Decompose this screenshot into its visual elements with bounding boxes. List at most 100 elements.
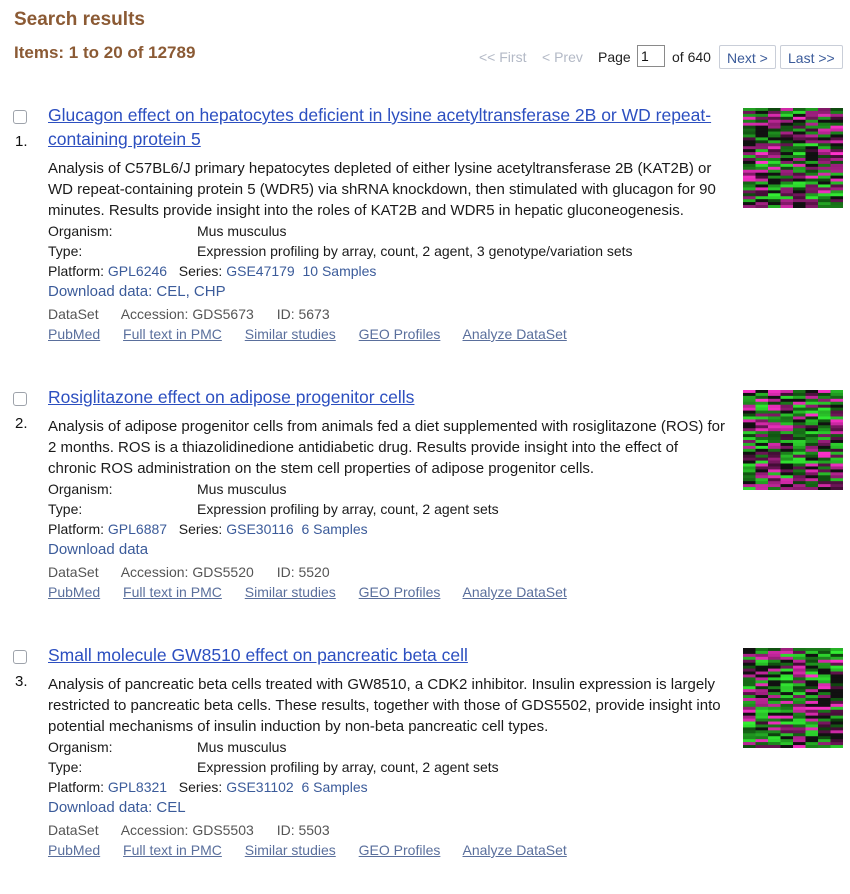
accession-info: Accession: GDS5673	[121, 306, 254, 322]
accession-label: Accession:	[120, 306, 189, 322]
accession-value: GDS5503	[192, 822, 254, 838]
dataset-label: DataSet	[48, 564, 99, 580]
result-title-link[interactable]: Rosiglitazone effect on adipose progenit…	[48, 385, 728, 409]
heatmap-thumbnail[interactable]	[743, 390, 843, 490]
id-label: ID:	[276, 306, 295, 322]
heatmap-thumbnail[interactable]	[743, 108, 843, 208]
organism-label: Organism:	[48, 481, 113, 497]
organism-value: Mus musculus	[197, 481, 287, 497]
related-links: PubMed Full text in PMC Similar studies …	[48, 840, 728, 860]
dataset-info-row: DataSet Accession: GDS5520 ID: 5520	[48, 562, 728, 582]
dataset-label: DataSet	[48, 822, 99, 838]
last-page-button[interactable]: Last >>	[780, 45, 843, 69]
platform-label: Platform:	[48, 521, 105, 537]
platform-label: Platform:	[48, 779, 105, 795]
page-total: of 640	[672, 49, 711, 65]
type-label: Type:	[48, 243, 83, 259]
organism-row: Organism: Mus musculus	[48, 221, 728, 241]
dataset-info-row: DataSet Accession: GDS5503 ID: 5503	[48, 820, 728, 840]
accession-value: GDS5673	[192, 306, 254, 322]
result-number: 2.	[15, 415, 28, 432]
type-value: Expression profiling by array, count, 2 …	[197, 243, 633, 259]
result-title-link[interactable]: Small molecule GW8510 effect on pancreat…	[48, 643, 728, 667]
analyze-dataset-link[interactable]: Analyze DataSet	[463, 326, 567, 342]
organism-row: Organism: Mus musculus	[48, 479, 728, 499]
next-page-button[interactable]: Next >	[719, 45, 776, 69]
id-label: ID:	[276, 564, 295, 580]
series-label: Series:	[178, 263, 223, 279]
prev-page-link[interactable]: < Prev	[542, 49, 583, 65]
pubmed-link[interactable]: PubMed	[48, 584, 100, 600]
platform-label: Platform:	[48, 263, 105, 279]
organism-value: Mus musculus	[197, 739, 287, 755]
page-label: Page	[598, 49, 631, 65]
series-link[interactable]: GSE31102	[226, 779, 293, 795]
heatmap-thumbnail[interactable]	[743, 648, 843, 748]
type-row: Type: Expression profiling by array, cou…	[48, 499, 728, 519]
platform-link[interactable]: GPL6887	[108, 521, 167, 537]
id-info: ID: 5503	[277, 822, 330, 838]
similar-studies-link[interactable]: Similar studies	[245, 842, 336, 858]
geo-profiles-link[interactable]: GEO Profiles	[359, 842, 441, 858]
analyze-dataset-link[interactable]: Analyze DataSet	[463, 584, 567, 600]
pubmed-link[interactable]: PubMed	[48, 326, 100, 342]
geo-profiles-link[interactable]: GEO Profiles	[359, 326, 441, 342]
accession-info: Accession: GDS5520	[121, 564, 254, 580]
type-row: Type: Expression profiling by array, cou…	[48, 241, 728, 261]
accession-info: Accession: GDS5503	[121, 822, 254, 838]
download-data-link[interactable]: Download data	[48, 539, 728, 560]
result-summary: Analysis of adipose progenitor cells fro…	[48, 418, 725, 477]
select-checkbox[interactable]	[13, 392, 27, 406]
id-label: ID:	[276, 822, 295, 838]
id-value: 5520	[298, 564, 330, 580]
pagination: << First < Prev Page of 640 Next > Last …	[0, 45, 850, 69]
result-title-link[interactable]: Glucagon effect on hepatocytes deficient…	[48, 103, 728, 151]
pmc-fulltext-link[interactable]: Full text in PMC	[123, 584, 222, 600]
select-checkbox[interactable]	[13, 110, 27, 124]
samples-link[interactable]: 10 Samples	[303, 263, 377, 279]
similar-studies-link[interactable]: Similar studies	[245, 584, 336, 600]
type-value: Expression profiling by array, count, 2 …	[197, 759, 499, 775]
platform-row: Platform: GPL6246 Series: GSE47179 10 Sa…	[48, 261, 728, 281]
type-value: Expression profiling by array, count, 2 …	[197, 501, 499, 517]
accession-label: Accession:	[120, 822, 189, 838]
series-link[interactable]: GSE47179	[226, 263, 295, 279]
similar-studies-link[interactable]: Similar studies	[245, 326, 336, 342]
select-checkbox[interactable]	[13, 650, 27, 664]
samples-link[interactable]: 6 Samples	[301, 521, 367, 537]
pubmed-link[interactable]: PubMed	[48, 842, 100, 858]
result-number: 1.	[15, 133, 28, 150]
id-value: 5503	[298, 822, 330, 838]
platform-link[interactable]: GPL6246	[108, 263, 167, 279]
organism-row: Organism: Mus musculus	[48, 737, 728, 757]
samples-link[interactable]: 6 Samples	[301, 779, 367, 795]
download-data-link[interactable]: Download data: CEL	[48, 797, 728, 818]
page-title: Search results	[14, 9, 145, 30]
platform-link[interactable]: GPL8321	[108, 779, 167, 795]
analyze-dataset-link[interactable]: Analyze DataSet	[463, 842, 567, 858]
organism-value: Mus musculus	[197, 223, 287, 239]
dataset-label: DataSet	[48, 306, 99, 322]
pmc-fulltext-link[interactable]: Full text in PMC	[123, 326, 222, 342]
related-links: PubMed Full text in PMC Similar studies …	[48, 324, 728, 344]
series-label: Series:	[178, 779, 223, 795]
related-links: PubMed Full text in PMC Similar studies …	[48, 582, 728, 602]
series-label: Series:	[178, 521, 223, 537]
platform-row: Platform: GPL8321 Series: GSE31102 6 Sam…	[48, 777, 728, 797]
series-link[interactable]: GSE30116	[226, 521, 293, 537]
type-label: Type:	[48, 759, 83, 775]
id-info: ID: 5520	[277, 564, 330, 580]
first-page-link[interactable]: << First	[479, 49, 526, 65]
pmc-fulltext-link[interactable]: Full text in PMC	[123, 842, 222, 858]
result-summary: Analysis of C57BL6/J primary hepatocytes…	[48, 160, 716, 219]
result-number: 3.	[15, 673, 28, 690]
download-data-link[interactable]: Download data: CEL, CHP	[48, 281, 728, 302]
accession-value: GDS5520	[192, 564, 254, 580]
organism-label: Organism:	[48, 223, 113, 239]
page-number-input[interactable]	[637, 45, 665, 67]
platform-row: Platform: GPL6887 Series: GSE30116 6 Sam…	[48, 519, 728, 539]
organism-label: Organism:	[48, 739, 113, 755]
geo-profiles-link[interactable]: GEO Profiles	[359, 584, 441, 600]
type-row: Type: Expression profiling by array, cou…	[48, 757, 728, 777]
id-value: 5673	[298, 306, 330, 322]
